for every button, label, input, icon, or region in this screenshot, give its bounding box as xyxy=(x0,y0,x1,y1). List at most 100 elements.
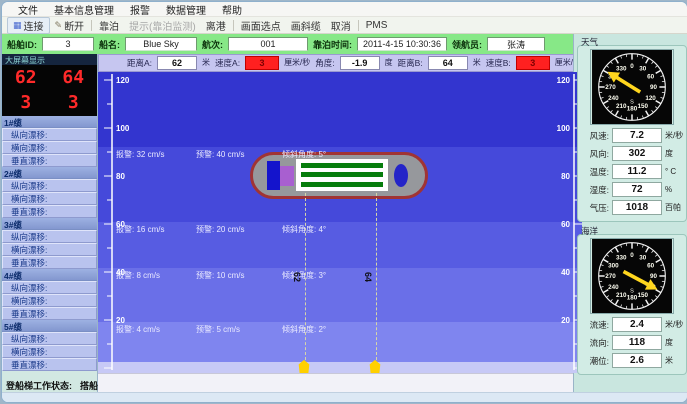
ship-cargo-hold xyxy=(296,159,388,191)
svg-text:40: 40 xyxy=(561,268,570,277)
cable-1-row-0[interactable]: 纵向漂移: xyxy=(2,128,97,141)
cable-5-row-0[interactable]: 纵向漂移: xyxy=(2,332,97,345)
measure-value-3[interactable]: 64 xyxy=(428,56,468,70)
toolbar-item-0[interactable]: ▦连接 xyxy=(7,17,50,34)
ocean-row-1: 流向:118度 xyxy=(581,335,683,350)
weather-group-label: 天气 xyxy=(581,36,598,48)
svg-text:210: 210 xyxy=(616,103,627,110)
menu-item-0[interactable]: 文件 xyxy=(10,2,46,17)
cable-4-row-0[interactable]: 纵向漂移: xyxy=(2,281,97,294)
weather-value-3[interactable]: 72 xyxy=(612,182,662,197)
toolbar-item-label: 取消 xyxy=(331,18,351,33)
info-field-0[interactable]: 3 xyxy=(42,37,94,51)
menu-item-2[interactable]: 报警 xyxy=(122,2,158,17)
zone-warning-label: 预警: 20 cm/s xyxy=(196,224,282,235)
cable-3-row-0[interactable]: 纵向漂移: xyxy=(2,230,97,243)
mooring-line-1 xyxy=(376,193,377,365)
weather-row-0: 风速:7.2米/秒 xyxy=(581,128,683,143)
cable-2-row-2[interactable]: 垂直漂移: xyxy=(2,205,97,218)
weather-label-3: 湿度: xyxy=(581,184,609,196)
svg-text:60: 60 xyxy=(647,73,654,80)
toolbar-item-6[interactable]: 画斜缆 xyxy=(286,18,326,33)
svg-text:300: 300 xyxy=(608,262,619,269)
info-label-1: 船名: xyxy=(99,38,120,51)
info-field-3[interactable]: 2011-4-15 10:30:36 xyxy=(357,37,447,51)
svg-text:330: 330 xyxy=(616,66,627,73)
measure-value-4[interactable]: 3 xyxy=(516,56,550,70)
cable-2-row-0[interactable]: 纵向漂移: xyxy=(2,179,97,192)
svg-text:40: 40 xyxy=(116,268,125,277)
ocean-unit-2: 米 xyxy=(665,355,673,366)
svg-text:240: 240 xyxy=(608,284,619,291)
menu-bar: 文件基本信息管理报警数据管理帮助 xyxy=(2,2,687,17)
ocean-value-1[interactable]: 118 xyxy=(612,335,662,350)
svg-text:80: 80 xyxy=(561,172,570,181)
ocean-value-2[interactable]: 2.6 xyxy=(612,353,662,368)
weather-value-2[interactable]: 11.2 xyxy=(612,164,662,179)
measure-value-1[interactable]: 3 xyxy=(245,56,279,70)
toolbar-item-2[interactable]: 靠泊 xyxy=(94,18,124,33)
weather-readings: 风速:7.2米/秒风向:302度温度:11.2° C湿度:72%气压:1018百… xyxy=(580,128,684,215)
ocean-label-2: 潮位: xyxy=(581,355,609,367)
toolbar-item-8[interactable]: PMS xyxy=(361,20,393,31)
toolbar-item-label: 画斜缆 xyxy=(291,18,321,33)
weather-unit-0: 米/秒 xyxy=(665,130,683,141)
weather-value-4[interactable]: 1018 xyxy=(612,200,662,215)
ladder-status-label: 登船梯工作状态: xyxy=(6,379,72,392)
cable-1-row-2[interactable]: 垂直漂移: xyxy=(2,154,97,167)
big-display-value: 64 xyxy=(62,68,84,88)
info-field-1[interactable]: Blue Sky xyxy=(125,37,197,51)
scale-ruler-left: 12010080604020 xyxy=(104,72,138,372)
mooring-line-0 xyxy=(305,193,306,365)
measure-value-0[interactable]: 62 xyxy=(157,56,197,70)
svg-text:20: 20 xyxy=(561,316,570,325)
ocean-value-0[interactable]: 2.4 xyxy=(612,317,662,332)
ocean-label-1: 流向: xyxy=(581,337,609,349)
toolbar-item-4[interactable]: 离港 xyxy=(201,18,231,33)
cable-3-row-2[interactable]: 垂直漂移: xyxy=(2,256,97,269)
toolbar-item-label: 提示(靠泊监测) xyxy=(129,18,196,33)
toolbar-item-5[interactable]: 画面选点 xyxy=(236,18,286,33)
cable-3-row-1[interactable]: 横向漂移: xyxy=(2,243,97,256)
svg-text:90: 90 xyxy=(650,273,657,280)
svg-text:150: 150 xyxy=(638,103,649,110)
cable-section-title-5: 5#缆 xyxy=(2,320,97,332)
svg-text:120: 120 xyxy=(645,95,656,102)
measure-label-3: 距离B: xyxy=(398,57,423,69)
cable-4-row-1[interactable]: 横向漂移: xyxy=(2,294,97,307)
toolbar-item-label: 断开 xyxy=(64,18,84,33)
svg-text:100: 100 xyxy=(557,124,571,133)
ocean-unit-1: 度 xyxy=(665,337,673,348)
info-field-4[interactable]: 张涛 xyxy=(487,37,545,51)
mooring-line-label-1: 64 xyxy=(363,272,373,282)
content-row: 大屏幕显示 626433 1#缆纵向漂移:横向漂移:垂直漂移:2#缆纵向漂移:横… xyxy=(2,54,573,392)
toolbar-item-1[interactable]: ✎断开 xyxy=(50,18,90,33)
alarm-zone-text-0: 报警: 32 cm/s预警: 40 cm/s倾斜角度: 5° xyxy=(116,149,326,160)
svg-text:60: 60 xyxy=(647,262,654,269)
weather-group: 天气 0306090120150180210240270300330S 风速:7… xyxy=(577,36,687,222)
weather-value-1[interactable]: 302 xyxy=(612,146,662,161)
svg-text:100: 100 xyxy=(116,124,130,133)
left-panel: 大屏幕显示 626433 1#缆纵向漂移:横向漂移:垂直漂移:2#缆纵向漂移:横… xyxy=(2,54,98,392)
current-direction-gauge: 0306090120150180210240270300330S xyxy=(580,238,684,314)
toolbar-item-7[interactable]: 取消 xyxy=(326,18,356,33)
alarm-zone-text-3: 报警: 4 cm/s预警: 5 cm/s倾斜角度: 2° xyxy=(116,324,326,335)
menu-item-4[interactable]: 帮助 xyxy=(214,2,250,17)
menu-item-3[interactable]: 数据管理 xyxy=(158,2,214,17)
measure-value-2[interactable]: -1.9 xyxy=(340,56,380,70)
weather-value-0[interactable]: 7.2 xyxy=(612,128,662,143)
weather-group-box: 0306090120150180210240270300330S 风速:7.2米… xyxy=(577,45,687,222)
info-field-2[interactable]: 001 xyxy=(228,37,308,51)
berth-chart: 报警: 32 cm/s预警: 40 cm/s倾斜角度: 5°报警: 16 cm/… xyxy=(98,72,582,373)
depth-band-0 xyxy=(98,72,582,147)
measure-unit-1: 厘米/秒 xyxy=(284,57,310,68)
cable-2-row-1[interactable]: 横向漂移: xyxy=(2,192,97,205)
svg-text:150: 150 xyxy=(638,292,649,299)
cable-1-row-1[interactable]: 横向漂移: xyxy=(2,141,97,154)
cable-5-row-1[interactable]: 横向漂移: xyxy=(2,345,97,358)
menu-item-1[interactable]: 基本信息管理 xyxy=(46,2,122,17)
ship-info-bar: 船舶ID:3船名:Blue Sky航次:001靠泊时间:2011-4-15 10… xyxy=(2,34,573,54)
cable-4-row-2[interactable]: 垂直漂移: xyxy=(2,307,97,320)
toolbar-separator xyxy=(358,20,359,31)
cable-5-row-2[interactable]: 垂直漂移: xyxy=(2,358,97,371)
